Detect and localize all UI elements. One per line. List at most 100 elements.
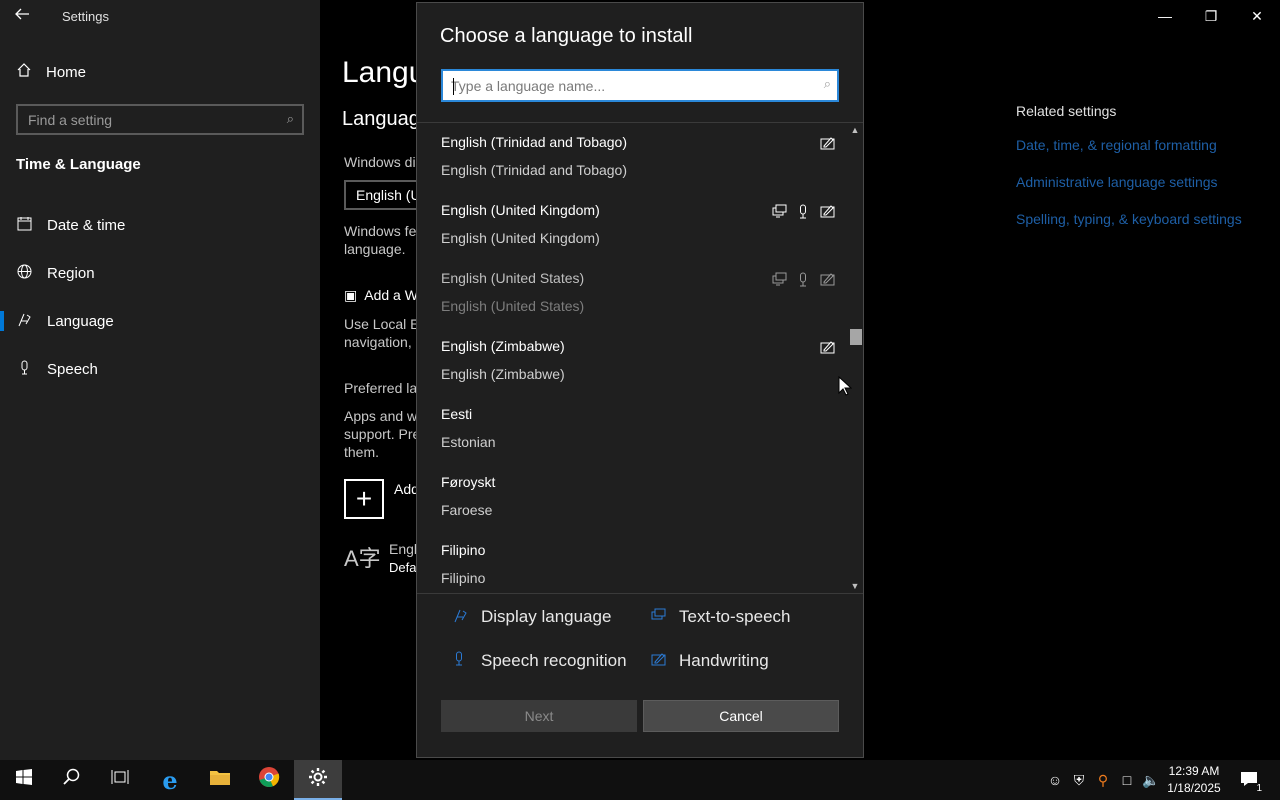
window-title: Settings: [62, 9, 109, 24]
scrollbar-thumb[interactable]: [850, 329, 862, 345]
language-search-box[interactable]: ⌕: [441, 69, 839, 102]
notification-count: 1: [1254, 782, 1264, 794]
network-tray-icon[interactable]: □: [1116, 760, 1138, 800]
add-windows-link[interactable]: ▣ Add a W: [344, 287, 418, 304]
window-controls: — ❐ ✕: [1142, 0, 1280, 32]
english-language-item[interactable]: Engl: [389, 541, 417, 557]
calendar-icon: [0, 216, 47, 235]
add-windows-label: Add a W: [364, 287, 418, 303]
language-english-name: Filipino: [441, 570, 486, 586]
display-language-icon: [453, 608, 469, 627]
search-icon: ⌕: [823, 76, 831, 91]
text-line: Use Local Ex: [344, 316, 427, 332]
legend-speech-recognition: Speech recognition: [453, 651, 627, 671]
language-list-item[interactable]: English (Zimbabwe) English (Zimbabwe): [417, 327, 847, 395]
language-search-input[interactable]: [451, 76, 811, 96]
related-link-spelling[interactable]: Spelling, typing, & keyboard settings: [1016, 211, 1242, 227]
legend-label: Handwriting: [679, 651, 769, 670]
divider: [417, 593, 863, 594]
chrome-icon: [258, 766, 280, 794]
language-list-item[interactable]: Filipino Filipino: [417, 531, 847, 593]
taskbar-internet-explorer[interactable]: e: [146, 760, 194, 800]
scroll-down-arrow-icon[interactable]: ▼: [850, 581, 860, 591]
legend-label: Speech recognition: [481, 651, 627, 670]
dialog-title: Choose a language to install: [440, 25, 693, 47]
taskbar-chrome[interactable]: [245, 760, 293, 800]
text-to-speech-icon: [771, 203, 787, 219]
back-arrow-icon[interactable]: [14, 6, 34, 26]
text-line: navigation,: [344, 334, 412, 350]
language-list-item[interactable]: English (Trinidad and Tobago) English (T…: [417, 123, 847, 191]
restore-button[interactable]: ❐: [1188, 0, 1234, 32]
language-list-item[interactable]: Eesti Estonian: [417, 395, 847, 463]
taskbar-file-explorer[interactable]: [196, 760, 244, 800]
action-center-button[interactable]: 1: [1234, 760, 1264, 800]
handwriting-icon: [819, 135, 835, 151]
legend-label: Text-to-speech: [679, 607, 791, 626]
mouse-cursor-icon: [838, 375, 853, 396]
key-tray-icon[interactable]: ⚲: [1092, 760, 1114, 800]
language-list: English (Trinidad and Tobago) English (T…: [417, 123, 847, 593]
text-to-speech-icon: [651, 608, 667, 626]
related-link-admin-language[interactable]: Administrative language settings: [1016, 174, 1242, 190]
handwriting-icon: [819, 203, 835, 219]
taskbar: e ☺ ⛨ ⚲ □ 🔈 12:39 AM 1/18/2025 1: [0, 760, 1280, 800]
find-setting-placeholder: Find a setting: [28, 112, 113, 128]
preferred-languages-label: Preferred la: [344, 380, 418, 396]
minimize-button[interactable]: —: [1142, 0, 1188, 32]
legend-text-to-speech: Text-to-speech: [651, 607, 791, 627]
nav-item-label: Region: [47, 264, 95, 282]
language-icon: [0, 312, 47, 331]
feature-icons: [819, 135, 835, 151]
store-icon: ▣: [344, 287, 358, 303]
people-tray-icon[interactable]: ☺: [1044, 760, 1066, 800]
taskbar-settings[interactable]: [294, 760, 342, 800]
start-button[interactable]: [0, 760, 48, 800]
english-default-label: Defa: [389, 560, 417, 575]
nav-section-title: Time & Language: [16, 156, 141, 173]
nav-item-region[interactable]: Region: [0, 253, 320, 293]
language-glyph-icon: A字: [344, 546, 381, 571]
feature-icons: [771, 271, 835, 287]
text-caret: [453, 78, 454, 95]
language-english-name: English (United States): [441, 298, 585, 314]
nav-item-date-time[interactable]: Date & time: [0, 205, 320, 245]
language-list-item[interactable]: Føroyskt Faroese: [417, 463, 847, 531]
nav-item-label: Date & time: [47, 216, 126, 234]
related-link-date-time[interactable]: Date, time, & regional formatting: [1016, 137, 1242, 153]
language-list-item[interactable]: English (United Kingdom) English (United…: [417, 191, 847, 259]
language-native-name: English (Trinidad and Tobago): [441, 134, 628, 150]
cancel-button[interactable]: Cancel: [643, 700, 839, 732]
related-settings: Related settings Date, time, & regional …: [1016, 103, 1242, 248]
nav-home[interactable]: Home: [16, 62, 86, 82]
taskbar-search-button[interactable]: [48, 760, 96, 800]
search-icon: [63, 768, 81, 792]
shield-tray-icon[interactable]: ⛨: [1068, 760, 1090, 800]
nav-item-speech[interactable]: Speech: [0, 349, 320, 389]
taskbar-clock[interactable]: 12:39 AM 1/18/2025: [1160, 763, 1228, 797]
scroll-up-arrow-icon[interactable]: ▲: [850, 125, 860, 135]
volume-tray-icon[interactable]: 🔈: [1140, 760, 1162, 800]
legend-label: Display language: [481, 607, 612, 626]
next-button[interactable]: Next: [441, 700, 637, 732]
language-native-name: Eesti: [441, 406, 473, 422]
apps-text: Apps and w support. Pre them.: [344, 407, 420, 461]
language-english-name: Estonian: [441, 434, 496, 450]
find-setting-input[interactable]: Find a setting ⌕: [16, 104, 304, 135]
language-english-name: English (United Kingdom): [441, 230, 600, 246]
task-view-button[interactable]: [96, 760, 144, 800]
language-native-name: English (United Kingdom): [441, 202, 600, 218]
language-list-scrollbar[interactable]: ▲ ▼: [847, 123, 863, 593]
nav-item-language[interactable]: Language: [0, 301, 320, 341]
microphone-icon: [0, 360, 47, 379]
gear-icon: [308, 767, 328, 793]
text-line: Apps and w: [344, 408, 418, 424]
language-native-name: English (United States): [441, 270, 585, 286]
close-button[interactable]: ✕: [1234, 0, 1280, 32]
task-view-icon: [111, 769, 129, 791]
clock-date: 1/18/2025: [1167, 781, 1221, 795]
text-line: them.: [344, 444, 380, 460]
add-language-button[interactable]: +: [344, 479, 384, 519]
speech-recognition-icon: [795, 203, 811, 219]
related-settings-heading: Related settings: [1016, 103, 1117, 119]
